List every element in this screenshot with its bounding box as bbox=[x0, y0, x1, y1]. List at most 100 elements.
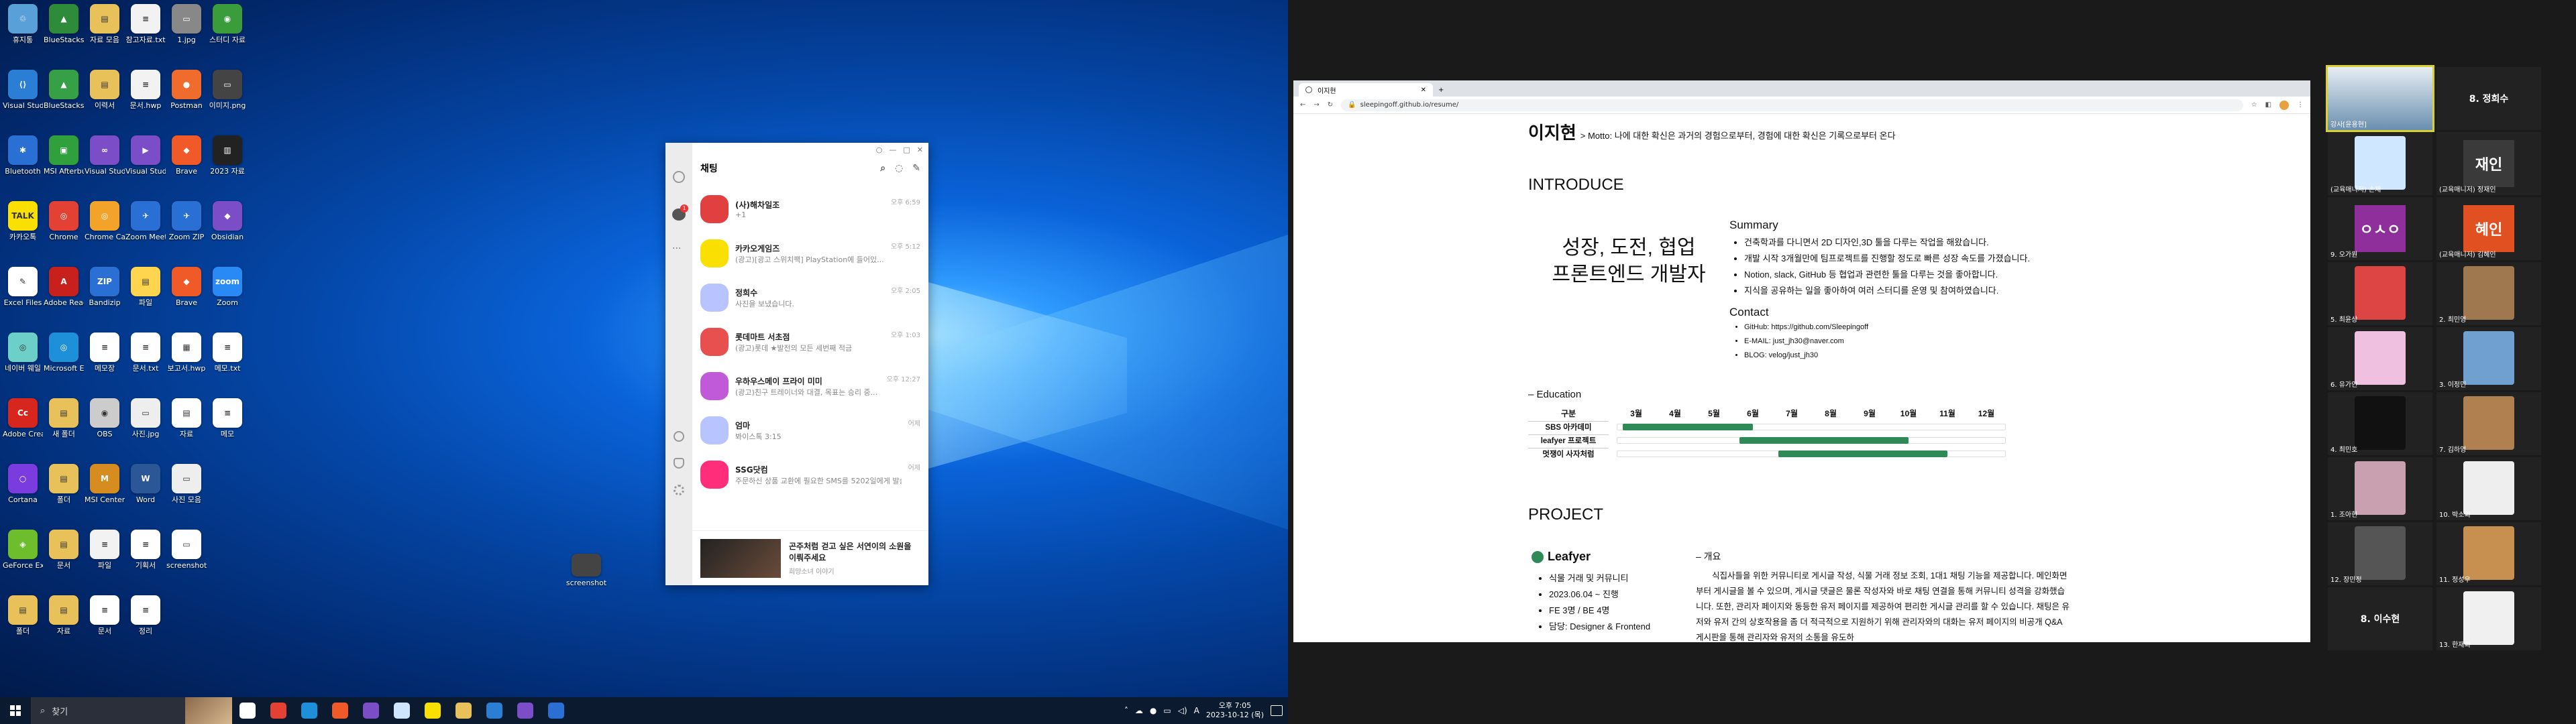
bell-icon[interactable] bbox=[674, 458, 684, 469]
desktop-icon[interactable]: ▭ screenshot bbox=[166, 530, 207, 570]
zoom-participant-tile[interactable]: 10. 박소희 bbox=[2436, 457, 2541, 520]
notification-icon[interactable] bbox=[1271, 705, 1283, 716]
desktop-icon[interactable]: ◎ 네이버 웨일 bbox=[3, 333, 43, 373]
desktop-icon[interactable]: ▤ 자료 bbox=[44, 595, 84, 636]
zoom-participant-tile[interactable]: 3. 이정민 bbox=[2436, 327, 2541, 390]
desktop-icon[interactable]: ▤ 폴더 bbox=[3, 595, 43, 636]
desktop-icon[interactable]: ◆ Brave bbox=[166, 135, 207, 176]
reload-icon[interactable]: ↻ bbox=[1328, 101, 1333, 109]
desktop-icon[interactable]: ✎ Excel Files bbox=[3, 267, 43, 307]
settings-icon[interactable] bbox=[674, 485, 684, 495]
zoom-participant-tile[interactable]: 4. 최민호 bbox=[2328, 392, 2432, 455]
desktop-icon[interactable]: W Word bbox=[125, 464, 166, 504]
taskbar-app-notepad[interactable] bbox=[386, 697, 417, 724]
close-icon[interactable]: ✕ bbox=[917, 145, 923, 154]
openchat-icon[interactable]: ◌ bbox=[895, 163, 903, 174]
desktop-icon[interactable]: ▭ 1.jpg bbox=[166, 4, 207, 44]
zoom-participant-tile[interactable]: 7. 김하영 bbox=[2436, 392, 2541, 455]
network-icon[interactable]: ▭ bbox=[1163, 706, 1171, 715]
desktop-icon[interactable]: ▣ MSI Afterburner bbox=[44, 135, 84, 176]
zoom-participant-tile[interactable]: ㅇㅅㅇ 9. 오가원 bbox=[2328, 197, 2432, 260]
desktop-icon[interactable]: ▤ 폴더 bbox=[44, 464, 84, 504]
desktop-icon[interactable]: ≡ 기획서 bbox=[125, 530, 166, 570]
desktop-icon[interactable]: ≡ 메모.txt bbox=[207, 333, 248, 373]
desktop-icon[interactable]: zoom Zoom bbox=[207, 267, 248, 307]
contact-item[interactable]: BLOG: velog/just_jh30 bbox=[1744, 349, 2186, 363]
bookmark-icon[interactable]: ☆ bbox=[2251, 101, 2257, 109]
desktop-icon[interactable]: screenshot bbox=[561, 554, 612, 587]
desktop-icon[interactable]: ◉ 스터디 자료 bbox=[207, 4, 248, 44]
profile-avatar[interactable] bbox=[2279, 100, 2289, 110]
desktop-icon[interactable]: ▥ 2023 자료 bbox=[207, 135, 248, 176]
kakao-ad[interactable]: 곤주처럼 걷고 싶은 서연이의 소원을 이뤄주세요 희망소녀 이야기 bbox=[692, 530, 928, 585]
zoom-participant-tile[interactable]: 강사[윤용현] bbox=[2326, 65, 2434, 132]
desktop-icon[interactable]: ≡ 문서 bbox=[85, 595, 125, 636]
desktop-icon[interactable]: ● Postman bbox=[166, 70, 207, 110]
desktop-icon[interactable]: ≡ 메모 bbox=[207, 398, 248, 438]
desktop-icon[interactable]: ▤ 새 폴더 bbox=[44, 398, 84, 438]
taskbar-app-vscode[interactable] bbox=[479, 697, 510, 724]
desktop-icon[interactable]: ≡ 문서.txt bbox=[125, 333, 166, 373]
emoji-icon[interactable] bbox=[674, 431, 684, 442]
zoom-participant-tile[interactable]: 8. 정희수 bbox=[2436, 67, 2541, 130]
cloud-icon[interactable]: ☁ bbox=[1135, 706, 1143, 715]
desktop-icon[interactable]: ▭ 사진 모음 bbox=[166, 464, 207, 504]
taskbar-app-task-view[interactable] bbox=[232, 697, 263, 724]
desktop-icon[interactable]: ○ Cortana bbox=[3, 464, 43, 504]
maximize-icon[interactable]: □ bbox=[903, 145, 910, 154]
address-bar[interactable]: 🔒 sleepingoff.github.io/resume/ bbox=[1341, 99, 2243, 111]
desktop-icon[interactable]: ◎ Microsoft Edge bbox=[44, 333, 84, 373]
desktop-icon[interactable]: ≡ 메모장 bbox=[85, 333, 125, 373]
zoom-participant-tile[interactable]: 1. 조아현 bbox=[2328, 457, 2432, 520]
desktop-icon[interactable]: ▭ 이미지.png bbox=[207, 70, 248, 110]
desktop-icon[interactable]: TALK 카카오톡 bbox=[3, 201, 43, 241]
zoom-participant-tile[interactable]: 혜인 (교육매니저) 김혜인 bbox=[2436, 197, 2541, 260]
desktop-icon[interactable]: ≡ 정리 bbox=[125, 595, 166, 636]
volume-icon[interactable]: ◁) bbox=[1178, 706, 1187, 715]
desktop-icon[interactable]: ▦ 보고서.hwp bbox=[166, 333, 207, 373]
back-icon[interactable]: ← bbox=[1300, 101, 1305, 109]
desktop-icon[interactable]: ▤ 이력서 bbox=[85, 70, 125, 110]
desktop-icon[interactable]: ✈ Zoom Meeting bbox=[125, 201, 166, 241]
zoom-participant-tile[interactable]: 5. 최윤상 bbox=[2328, 262, 2432, 325]
desktop-icon[interactable]: ▲ BlueStacks 5 Multi bbox=[44, 70, 84, 110]
chevron-up-icon[interactable]: ˄ bbox=[1124, 706, 1128, 715]
taskbar-app-brave[interactable] bbox=[325, 697, 356, 724]
desktop-icon[interactable]: ▭ 사진.jpg bbox=[125, 398, 166, 438]
project-name[interactable]: Leafyer bbox=[1548, 550, 1591, 564]
contact-item[interactable]: E-MAIL: just_jh30@naver.com bbox=[1744, 335, 2186, 349]
chat-item[interactable]: 롯데마트 서초점 (광고)롯데 ★발전의 모든 세번째 적금 오후 1:03 bbox=[692, 320, 928, 364]
contact-item[interactable]: GitHub: https://github.com/Sleepingoff bbox=[1744, 320, 2186, 335]
ime-indicator[interactable]: A bbox=[1194, 706, 1199, 715]
zoom-participant-tile[interactable]: 재인 (교육매니저) 정재인 bbox=[2436, 132, 2541, 195]
desktop-icon[interactable]: ⟨⟩ Visual Studio Code bbox=[3, 70, 43, 110]
desktop-icon[interactable]: Cc Adobe Creative Cloud bbox=[3, 398, 43, 438]
new-chat-icon[interactable]: ✎ bbox=[912, 163, 920, 174]
tab-close-icon[interactable]: ✕ bbox=[1421, 86, 1426, 94]
zoom-participant-tile[interactable]: 12. 장민정 bbox=[2328, 522, 2432, 585]
more-icon[interactable]: ··· bbox=[672, 243, 681, 254]
desktop-icon[interactable]: ≡ 파일 bbox=[85, 530, 125, 570]
desktop-icon[interactable]: ◎ Chrome Canary bbox=[85, 201, 125, 241]
zoom-participant-tile[interactable]: 6. 유가인 bbox=[2328, 327, 2432, 390]
desktop-icon[interactable]: ✈ Zoom ZIP bbox=[166, 201, 207, 241]
desktop-icon[interactable]: ◈ GeForce Experience bbox=[3, 530, 43, 570]
zoom-participant-tile[interactable]: 13. 한재희 bbox=[2436, 587, 2541, 650]
desktop-icon[interactable]: ▶ Visual Studio 2022 bbox=[125, 135, 166, 176]
desktop-icon[interactable]: ≡ 참고자료.txt bbox=[125, 4, 166, 44]
chat-item[interactable]: 엄마 봐이스톡 3:15 어제 bbox=[692, 408, 928, 452]
mic-icon[interactable]: ● bbox=[1150, 706, 1157, 715]
taskbar-app-kakaotalk[interactable] bbox=[417, 697, 448, 724]
desktop-icon[interactable]: ≡ 문서.hwp bbox=[125, 70, 166, 110]
menu-icon[interactable]: ⋮ bbox=[2297, 101, 2304, 109]
chat-item[interactable]: SSG닷컴주문하신 상품 교환에 필요한 SMS를 5202일에게 발송하였습.… bbox=[692, 452, 928, 497]
desktop-icon[interactable]: ◉ OBS bbox=[85, 398, 125, 438]
desktop-icon[interactable]: ✱ Bluetooth bbox=[3, 135, 43, 176]
desktop-icon[interactable]: ∞ Visual Studio bbox=[85, 135, 125, 176]
chat-item[interactable]: (사)해차일조 +1 오후 6:59 bbox=[692, 187, 928, 231]
pin-icon[interactable]: ○ bbox=[876, 145, 883, 154]
desktop-icon[interactable]: M MSI Center bbox=[85, 464, 125, 504]
friends-icon[interactable] bbox=[673, 171, 685, 183]
browser-tab[interactable]: 이지현 ✕ bbox=[1299, 83, 1433, 97]
zoom-participant-tile[interactable]: (교육매니저) 손재 bbox=[2328, 132, 2432, 195]
